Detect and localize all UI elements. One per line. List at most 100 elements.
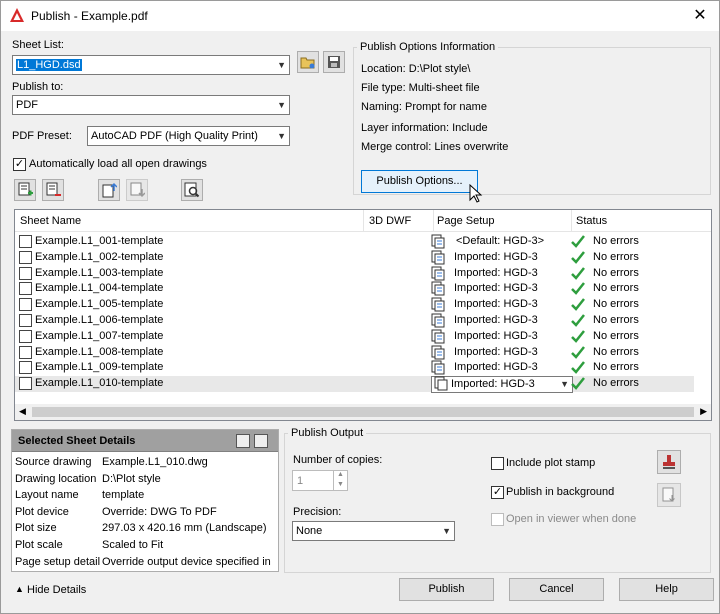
col-sheet-name[interactable]: Sheet Name: [20, 215, 81, 227]
page-setup-icon: [434, 376, 448, 391]
detail-key: Page setup detail: [15, 555, 101, 568]
remove-sheet-icon: [46, 182, 61, 196]
status-cell: No errors: [593, 361, 639, 374]
pdf-preset-label: PDF Preset:: [12, 130, 72, 142]
sheet-list-combo[interactable]: L1_HGD.dsd ▼: [12, 55, 290, 75]
chevron-down-icon: ▼: [442, 526, 451, 536]
table-row[interactable]: Example.L1_002-template Imported: HGD-3 No…: [15, 250, 694, 266]
spin-down-icon[interactable]: ▼: [333, 481, 347, 490]
status-cell: No errors: [593, 329, 639, 342]
table-row[interactable]: Example.L1_007-template Imported: HGD-3 No…: [15, 329, 694, 345]
status-cell: No errors: [593, 314, 639, 326]
page-setup-icon: [431, 360, 445, 375]
details-icon-1[interactable]: [236, 434, 250, 448]
publish-options-title: Publish Options Information: [357, 41, 499, 53]
sheet-icon: [19, 329, 32, 343]
selected-sheet-details: Selected Sheet Details Source drawing Exa…: [11, 429, 279, 572]
col-3d-dwf[interactable]: 3D DWF: [369, 215, 411, 227]
sheet-table[interactable]: Sheet Name 3D DWF Page Setup Status Exam…: [14, 209, 712, 421]
sheet-name-cell: Example.L1_009-template: [35, 361, 164, 374]
plot-stamp-label: Include plot stamp: [506, 457, 596, 469]
sheet-icon: [19, 361, 32, 375]
collapse-icon[interactable]: ▲: [15, 584, 24, 594]
page-setup-icon: [431, 297, 445, 312]
col-page-setup[interactable]: Page Setup: [437, 215, 495, 227]
move-sheet-down-button[interactable]: [126, 179, 148, 201]
publish-background-checkbox[interactable]: ✓: [491, 486, 504, 499]
plot-stamp-settings-button[interactable]: [657, 450, 681, 474]
copies-spinner: 1 ▲ ▼: [292, 470, 348, 491]
load-sheet-list-button[interactable]: [297, 51, 319, 73]
detail-value: Override: DWG To PDF: [102, 505, 217, 518]
copies-value: 1: [297, 475, 304, 487]
option-location: Location: D:\Plot style\: [361, 63, 471, 75]
table-row[interactable]: Example.L1_001-template <Default: HGD-3> N…: [15, 234, 694, 250]
page-setup-icon: [431, 266, 445, 281]
page-setup-icon: [431, 250, 445, 265]
move-sheet-up-button[interactable]: [98, 179, 120, 201]
detail-value: Example.L1_010.dwg: [102, 456, 208, 468]
sheet-icon: [19, 345, 32, 359]
scroll-left-icon[interactable]: ◀: [19, 406, 26, 417]
publish-to-label: Publish to:: [12, 81, 64, 93]
preview-button[interactable]: [181, 179, 203, 201]
table-row[interactable]: Example.L1_005-template Imported: HGD-3 No…: [15, 297, 694, 313]
chevron-down-icon: ▼: [277, 131, 286, 141]
sheet-icon: [19, 235, 32, 248]
chevron-down-icon: ▼: [277, 60, 286, 70]
table-row[interactable]: Example.L1_008-template Imported: HGD-3 No…: [15, 345, 694, 361]
checkmark-icon: [571, 251, 585, 264]
plot-stamp-checkbox[interactable]: [491, 457, 504, 470]
publish-to-select[interactable]: PDF ▼: [12, 95, 290, 115]
checkmark-icon: [571, 361, 585, 375]
horizontal-scrollbar[interactable]: ◀ ▶: [15, 404, 711, 420]
pdf-preset-select[interactable]: AutoCAD PDF (High Quality Print) ▼: [87, 126, 290, 146]
status-cell: No errors: [593, 250, 639, 263]
precision-select[interactable]: None ▼: [292, 521, 455, 541]
table-row[interactable]: Example.L1_009-template Imported: HGD-3 No…: [15, 360, 694, 376]
autocad-logo-icon: [10, 8, 24, 22]
status-cell: No errors: [593, 235, 639, 247]
details-icon-2[interactable]: [254, 434, 268, 448]
hide-details-link[interactable]: Hide Details: [27, 584, 86, 596]
publish-options-button[interactable]: Publish Options...: [361, 170, 478, 193]
page-setup-icon: [431, 329, 445, 344]
pdf-preset-value: AutoCAD PDF (High Quality Print): [91, 130, 258, 142]
detail-value: template: [102, 489, 145, 502]
spin-up-icon[interactable]: ▲: [333, 471, 347, 481]
sheet-name-cell: Example.L1_001-template: [35, 235, 164, 247]
detail-key: Plot size: [15, 522, 57, 535]
col-status[interactable]: Status: [576, 215, 607, 227]
cancel-button[interactable]: Cancel: [509, 578, 604, 601]
table-row[interactable]: Example.L1_010-template Imported: HGD-3 ▼ N…: [15, 376, 694, 394]
sheet-icon: [19, 298, 32, 312]
open-viewer-checkbox[interactable]: [491, 513, 504, 526]
table-row[interactable]: Example.L1_004-template Imported: HGD-3 No…: [15, 281, 694, 297]
scroll-thumb[interactable]: [32, 407, 694, 417]
publish-output-title: Publish Output: [288, 427, 367, 439]
sheet-name-cell: Example.L1_005-template: [35, 298, 164, 311]
publish-button[interactable]: Publish: [399, 578, 494, 601]
save-sheet-list-button[interactable]: [323, 51, 345, 73]
add-sheets-button[interactable]: [14, 179, 36, 201]
page-setup-cell: Imported: HGD-3: [454, 361, 538, 374]
background-settings-button[interactable]: [657, 483, 681, 507]
document-arrow-icon: [662, 487, 675, 502]
help-button[interactable]: Help: [619, 578, 714, 601]
remove-sheets-button[interactable]: [42, 179, 64, 201]
scroll-right-icon[interactable]: ▶: [700, 406, 707, 417]
chevron-down-icon: ▼: [560, 379, 569, 390]
copies-label: Number of copies:: [293, 454, 383, 466]
table-row[interactable]: Example.L1_003-template Imported: HGD-3 No…: [15, 266, 694, 282]
table-row[interactable]: Example.L1_006-template Imported: HGD-3 No…: [15, 313, 694, 329]
page-setup-select[interactable]: Imported: HGD-3 ▼: [431, 376, 573, 394]
precision-label: Precision:: [293, 506, 342, 518]
stamp-icon: [663, 455, 675, 469]
mouse-cursor-icon: [469, 184, 483, 203]
close-icon[interactable]: ✕: [689, 5, 711, 27]
detail-key: Layout name: [15, 489, 79, 502]
page-setup-icon: [431, 281, 445, 296]
sheet-name-cell: Example.L1_007-template: [35, 329, 164, 342]
option-merge-control: Merge control: Lines overwrite: [361, 141, 509, 153]
auto-load-checkbox[interactable]: ✓: [13, 158, 26, 171]
